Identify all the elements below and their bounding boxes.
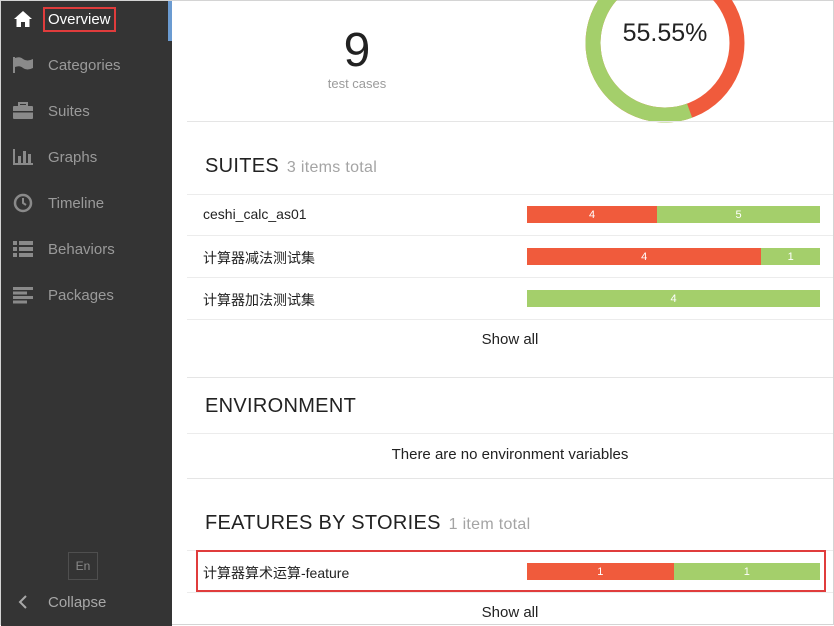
sidebar-item-overview[interactable]: Overview — [1, 0, 172, 42]
clock-icon — [12, 193, 34, 213]
divider — [187, 478, 833, 479]
divider — [187, 319, 833, 320]
suite-row-status-bar: 4 — [527, 290, 820, 307]
sidebar-item-label: Suites — [48, 102, 90, 120]
passed-segment: 1 — [761, 248, 820, 265]
divider — [187, 433, 833, 434]
test-count: 9 — [343, 24, 371, 77]
collapse-label: Collapse — [48, 593, 107, 611]
language-button[interactable]: En — [68, 552, 98, 580]
briefcase-icon — [12, 101, 34, 121]
suites-show-all-link[interactable]: Show all — [187, 331, 833, 348]
chevron-left-icon — [12, 595, 34, 609]
suite-row[interactable]: 计算器加法测试集 4 — [187, 278, 833, 319]
main-content: 9 test cases 55.55% SUITES 3 items total… — [187, 0, 833, 626]
sidebar: Overview Categories Suites Graphs Timeli… — [1, 1, 172, 626]
suites-section-title: SUITES 3 items total — [205, 155, 377, 178]
list-icon — [12, 239, 34, 259]
sidebar-item-label: Graphs — [48, 148, 98, 166]
feature-row-highlight — [196, 550, 826, 592]
suites-count: 3 items total — [286, 159, 378, 176]
sidebar-item-label: Overview — [43, 6, 116, 32]
sidebar-item-label: Packages — [48, 286, 114, 304]
features-title: FEATURES BY STORIES — [205, 512, 441, 534]
divider — [187, 377, 833, 378]
bar-chart-icon — [12, 147, 34, 167]
sidebar-item-graphs[interactable]: Graphs — [1, 134, 172, 180]
sidebar-item-packages[interactable]: Packages — [1, 272, 172, 318]
divider — [187, 121, 833, 122]
divider — [187, 592, 833, 593]
flag-icon — [12, 55, 34, 75]
sidebar-item-categories[interactable]: Categories — [1, 42, 172, 88]
test-count-label: test cases — [327, 76, 387, 91]
suite-row[interactable]: 计算器减法测试集 4 1 — [187, 236, 833, 277]
features-section-title: FEATURES BY STORIES 1 item total — [205, 512, 530, 535]
environment-title: ENVIRONMENT — [205, 395, 357, 417]
passed-segment: 5 — [657, 206, 820, 223]
sidebar-item-behaviors[interactable]: Behaviors — [1, 226, 172, 272]
suite-row-status-bar: 45 — [527, 206, 820, 223]
collapse-button[interactable]: Collapse — [1, 590, 172, 614]
environment-empty-message: There are no environment variables — [391, 446, 629, 463]
sidebar-item-label: Timeline — [48, 194, 105, 212]
suite-row-name: 计算器减法测试集 — [203, 250, 315, 266]
sidebar-item-label: Categories — [48, 56, 121, 74]
passed-segment: 4 — [527, 290, 820, 307]
suite-row[interactable]: ceshi_calc_as01 4 5 — [187, 194, 833, 235]
align-left-icon — [12, 285, 34, 305]
features-count: 1 item total — [448, 516, 531, 533]
success-rate-label: 55.55% — [622, 19, 708, 47]
suite-row-name: 计算器加法测试集 — [203, 292, 315, 308]
sidebar-item-timeline[interactable]: Timeline — [1, 180, 172, 226]
suite-row-name: ceshi_calc_as01 — [203, 206, 307, 222]
features-show-all-link[interactable]: Show all — [187, 604, 833, 621]
sidebar-item-label: Behaviors — [48, 240, 115, 258]
home-icon — [12, 9, 34, 29]
failed-segment: 4 — [527, 248, 762, 265]
suite-row-status-bar: 41 — [527, 248, 820, 265]
failed-segment: 4 — [527, 206, 658, 223]
sidebar-item-suites[interactable]: Suites — [1, 88, 172, 134]
suites-title: SUITES — [205, 155, 280, 177]
